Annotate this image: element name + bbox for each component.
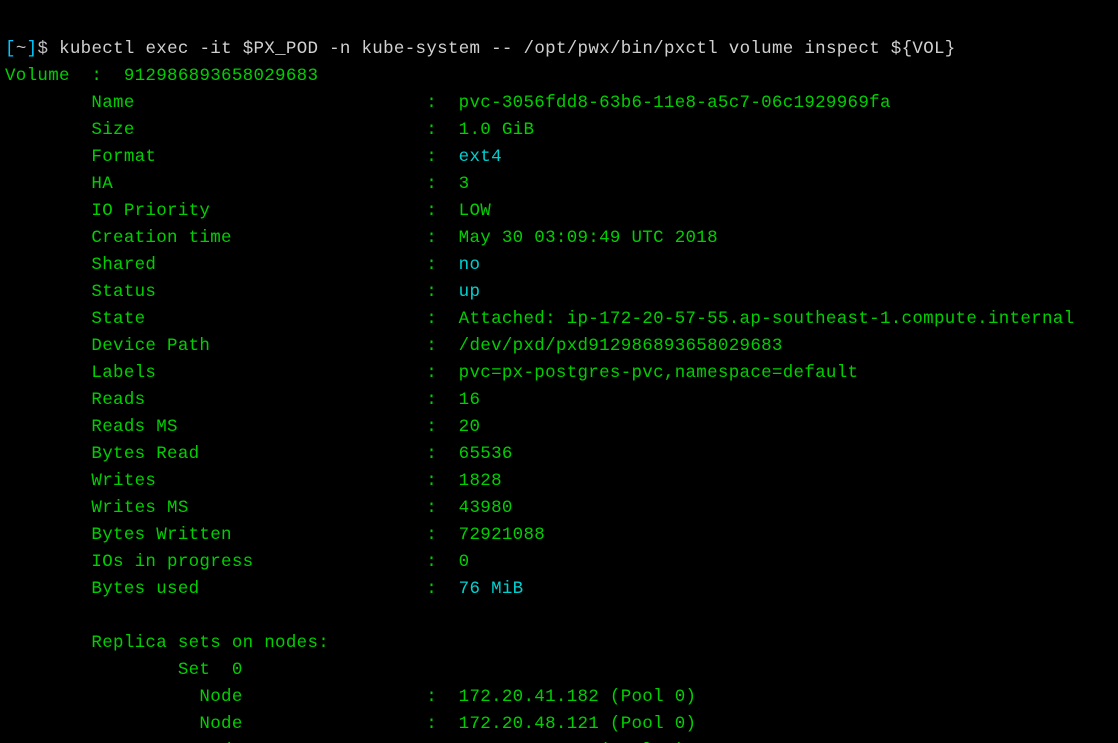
replica-node-row: Node : 172.20.41.182 (Pool 0) xyxy=(5,687,696,707)
field-row: Reads : 16 xyxy=(5,390,480,410)
field-label: State : xyxy=(5,309,459,329)
field-label: Format : xyxy=(5,147,459,167)
field-row: Creation time : May 30 03:09:49 UTC 2018 xyxy=(5,228,718,248)
volume-fields: Name : pvc-3056fdd8-63b6-11e8-a5c7-06c19… xyxy=(5,93,1074,599)
field-value: 1828 xyxy=(459,471,502,491)
replica-node-value: 172.20.48.121 (Pool 0) xyxy=(459,714,697,734)
field-row: Format : ext4 xyxy=(5,147,502,167)
field-row: Status : up xyxy=(5,282,480,302)
field-row: IOs in progress : 0 xyxy=(5,552,469,572)
field-row: Name : pvc-3056fdd8-63b6-11e8-a5c7-06c19… xyxy=(5,93,891,113)
field-value: 43980 xyxy=(459,498,513,518)
field-row: Bytes Written : 72921088 xyxy=(5,525,545,545)
field-label: Writes : xyxy=(5,471,459,491)
field-value: 65536 xyxy=(459,444,513,464)
replica-set-label: Set 0 xyxy=(5,660,243,680)
field-value: pvc-3056fdd8-63b6-11e8-a5c7-06c1929969fa xyxy=(459,93,891,113)
field-row: Reads MS : 20 xyxy=(5,417,480,437)
field-label: Size : xyxy=(5,120,459,140)
field-value: no xyxy=(459,255,481,275)
field-label: HA : xyxy=(5,174,459,194)
field-value: ext4 xyxy=(459,147,502,167)
volume-id: 912986893658029683 xyxy=(124,66,318,86)
field-label: Bytes Read : xyxy=(5,444,459,464)
field-value: 16 xyxy=(459,390,481,410)
field-row: Bytes Read : 65536 xyxy=(5,444,513,464)
field-value: LOW xyxy=(459,201,491,221)
field-label: Bytes used : xyxy=(5,579,459,599)
field-label: Creation time : xyxy=(5,228,459,248)
volume-label: Volume xyxy=(5,66,70,86)
prompt-dollar: $ xyxy=(37,39,48,59)
prompt-line-1: [~]$ kubectl exec -it $PX_POD -n kube-sy… xyxy=(5,39,956,59)
field-label: IOs in progress : xyxy=(5,552,459,572)
field-value: 76 MiB xyxy=(459,579,524,599)
terminal-output: [~]$ kubectl exec -it $PX_POD -n kube-sy… xyxy=(0,0,1118,743)
field-value: 1.0 GiB xyxy=(459,120,535,140)
field-row: Bytes used : 76 MiB xyxy=(5,579,523,599)
field-label: Reads MS : xyxy=(5,417,459,437)
field-row: Writes : 1828 xyxy=(5,471,502,491)
volume-header-line: Volume : 912986893658029683 xyxy=(5,66,318,86)
field-value: 3 xyxy=(459,174,470,194)
field-label: Labels : xyxy=(5,363,459,383)
field-row: Device Path : /dev/pxd/pxd91298689365802… xyxy=(5,336,783,356)
field-value: pvc=px-postgres-pvc,namespace=default xyxy=(459,363,859,383)
field-label: Reads : xyxy=(5,390,459,410)
field-row: Size : 1.0 GiB xyxy=(5,120,534,140)
field-row: HA : 3 xyxy=(5,174,469,194)
field-label: Bytes Written : xyxy=(5,525,459,545)
prompt-close-bracket: ] xyxy=(27,39,38,59)
field-label: Shared : xyxy=(5,255,459,275)
replica-header: Replica sets on nodes: xyxy=(5,633,329,653)
field-value: 20 xyxy=(459,417,481,437)
replica-node-label: Node : xyxy=(5,714,459,734)
field-row: State : Attached: ip-172-20-57-55.ap-sou… xyxy=(5,309,1074,329)
field-label: Status : xyxy=(5,282,459,302)
prompt-open-bracket: [ xyxy=(5,39,16,59)
volume-sep: : xyxy=(70,66,124,86)
field-row: Shared : no xyxy=(5,255,480,275)
field-value: 0 xyxy=(459,552,470,572)
replica-block: Replica sets on nodes: Set 0 Node : 172.… xyxy=(5,633,696,743)
field-label: IO Priority : xyxy=(5,201,459,221)
field-row: IO Priority : LOW xyxy=(5,201,491,221)
field-value: Attached: ip-172-20-57-55.ap-southeast-1… xyxy=(459,309,1075,329)
command-text[interactable] xyxy=(48,39,59,59)
field-label: Writes MS : xyxy=(5,498,459,518)
replica-node-value: 172.20.41.182 (Pool 0) xyxy=(459,687,697,707)
field-value: up xyxy=(459,282,481,302)
field-value: 72921088 xyxy=(459,525,545,545)
field-label: Name : xyxy=(5,93,459,113)
field-value: May 30 03:09:49 UTC 2018 xyxy=(459,228,718,248)
prompt-tilde: ~ xyxy=(16,39,27,59)
replica-node-row: Node : 172.20.48.121 (Pool 0) xyxy=(5,714,696,734)
field-row: Labels : pvc=px-postgres-pvc,namespace=d… xyxy=(5,363,858,383)
replica-node-label: Node : xyxy=(5,687,459,707)
field-row: Writes MS : 43980 xyxy=(5,498,513,518)
command-content: kubectl exec -it $PX_POD -n kube-system … xyxy=(59,39,956,59)
field-value: /dev/pxd/pxd912986893658029683 xyxy=(459,336,783,356)
field-label: Device Path : xyxy=(5,336,459,356)
